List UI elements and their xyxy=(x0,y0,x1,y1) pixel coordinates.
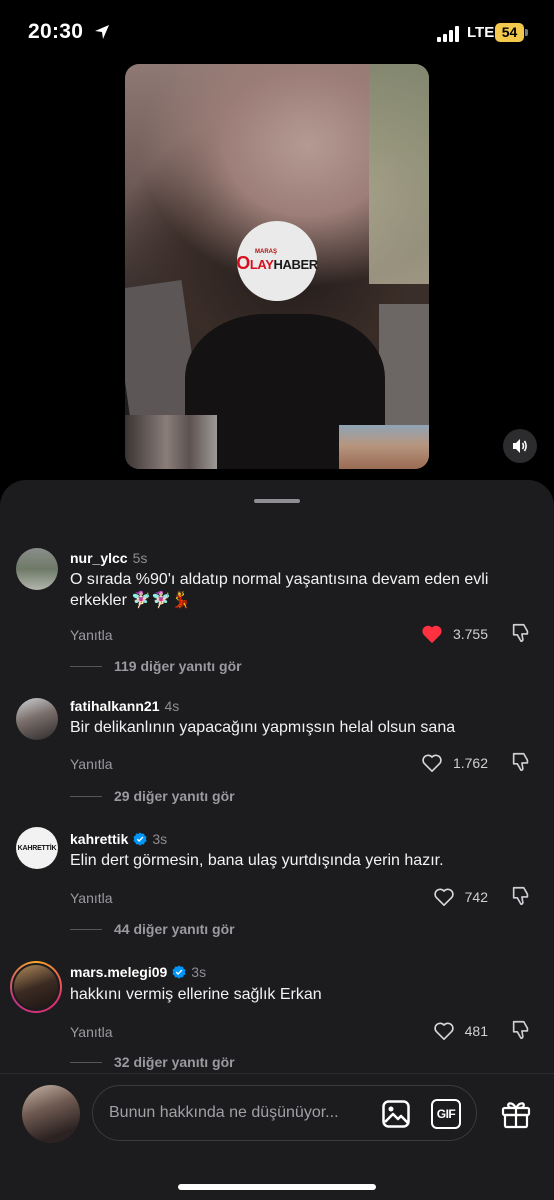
comment-username[interactable]: kahrettik xyxy=(70,831,128,847)
comment-input[interactable]: Bunun hakkında ne düşünüyor... GIF xyxy=(92,1085,477,1141)
dislike-icon[interactable] xyxy=(510,885,532,907)
reply-button[interactable]: Yanıtla xyxy=(70,756,113,772)
video-thumbnail-left xyxy=(125,415,217,469)
view-more-replies[interactable]: 29 diğer yanıtı gör xyxy=(70,788,235,804)
comment-text: Bir delikanlının yapacağını yapmışsın he… xyxy=(70,719,456,736)
network-type: LTE xyxy=(467,24,495,41)
cellular-signal-icon xyxy=(437,26,459,42)
avatar[interactable] xyxy=(16,548,58,590)
comment-text: O sırada %90'ı aldatıp normal yaşantısın… xyxy=(70,571,489,609)
dislike-icon[interactable] xyxy=(510,751,532,773)
video-background xyxy=(369,64,429,284)
olay-haber-logo: MARAŞ OLAYHABER xyxy=(236,221,318,301)
battery-level: 54 xyxy=(501,24,518,40)
comment-input-placeholder: Bunun hakkında ne düşünüyor... xyxy=(109,1104,339,1121)
comment-username[interactable]: fatihalkann21 xyxy=(70,698,159,714)
location-arrow-icon xyxy=(95,25,109,39)
heart-outline-icon[interactable] xyxy=(433,887,455,907)
view-more-replies[interactable]: 44 diğer yanıtı gör xyxy=(70,921,235,937)
image-icon[interactable] xyxy=(381,1099,411,1129)
comment-username[interactable]: mars.melegi09 xyxy=(70,964,167,980)
sheet-grabber[interactable] xyxy=(254,499,300,503)
comment-time: 3s xyxy=(191,964,207,980)
reply-button[interactable]: Yanıtla xyxy=(70,890,113,906)
comment-time: 3s xyxy=(152,831,168,847)
speaker-icon xyxy=(513,439,527,453)
comment-username[interactable]: nur_ylcc xyxy=(70,550,128,566)
verified-badge-icon xyxy=(172,965,186,979)
volume-button[interactable] xyxy=(503,429,537,463)
status-bar: 20:30 LTE 54 xyxy=(0,0,554,64)
heart-outline-icon[interactable] xyxy=(421,753,443,773)
like-count: 3.755 xyxy=(452,626,488,642)
video-player[interactable]: MARAŞ OLAYHABER xyxy=(125,64,429,469)
status-time: 20:30 xyxy=(28,20,84,43)
home-indicator[interactable] xyxy=(178,1184,376,1190)
reply-button[interactable]: Yanıtla xyxy=(70,627,113,643)
comment-composer: Bunun hakkında ne düşünüyor... GIF xyxy=(0,1073,554,1200)
like-count: 742 xyxy=(464,889,488,905)
heart-outline-icon[interactable] xyxy=(433,1021,455,1041)
gif-icon[interactable]: GIF xyxy=(431,1099,461,1129)
like-count: 481 xyxy=(464,1023,488,1039)
comment-time: 5s xyxy=(132,550,148,566)
avatar-label: KAHRETTİK xyxy=(17,844,57,852)
avatar[interactable]: KAHRETTİK xyxy=(16,827,58,869)
dislike-icon[interactable] xyxy=(510,1019,532,1041)
video-thumbnail-right xyxy=(339,425,429,469)
avatar[interactable] xyxy=(16,698,58,740)
view-more-replies[interactable]: 119 diğer yanıtı gör xyxy=(70,658,242,674)
current-user-avatar[interactable] xyxy=(22,1085,80,1143)
view-more-replies[interactable]: 32 diğer yanıtı gör xyxy=(70,1054,235,1070)
gift-icon[interactable] xyxy=(500,1098,532,1130)
comment-text: Elin dert görmesin, bana ulaş yurtdışınd… xyxy=(70,852,444,869)
dislike-icon[interactable] xyxy=(510,622,532,644)
avatar[interactable] xyxy=(10,961,62,1013)
reply-button[interactable]: Yanıtla xyxy=(70,1024,113,1040)
comment-time: 4s xyxy=(164,698,180,714)
heart-filled-icon[interactable] xyxy=(421,624,443,644)
comment-text: hakkını vermiş ellerine sağlık Erkan xyxy=(70,986,322,1003)
battery-icon: 54 xyxy=(495,23,529,42)
verified-badge-icon xyxy=(133,832,147,846)
like-count: 1.762 xyxy=(452,755,488,771)
